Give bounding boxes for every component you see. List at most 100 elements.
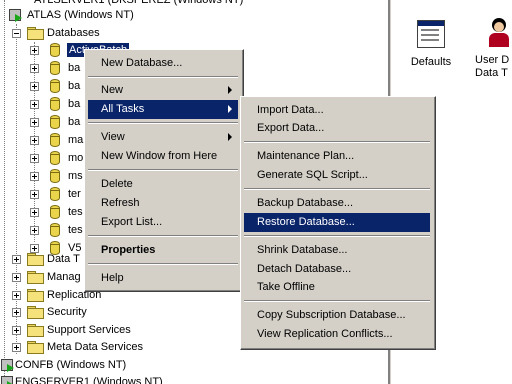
tree-node-label: ENGSERVER1 (Windows NT) [15,376,163,384]
tree-node-folder[interactable]: Data T [0,250,90,268]
tree-node-folder[interactable]: Support Services [0,321,200,339]
tree-node-database[interactable]: ba [0,95,90,113]
tree-node-folder[interactable]: Meta Data Services [0,338,200,356]
tree-node-database[interactable]: ba [0,59,90,77]
defaults-item[interactable]: Defaults [401,20,461,68]
server-icon [1,376,15,384]
database-icon [50,97,60,111]
tree-node-folder[interactable]: Manag [0,268,90,286]
menu-separator [88,263,238,265]
menu-item-view[interactable]: View [88,128,238,147]
tree-node-database[interactable]: ba [0,77,90,95]
expand-icon[interactable] [12,326,21,335]
menu-item-shrink-database[interactable]: Shrink Database... [244,241,430,260]
menu-separator [88,235,238,237]
tree-node-label: Meta Data Services [47,341,143,353]
tree-node-database[interactable]: ba [0,113,90,131]
expand-icon[interactable] [30,136,39,145]
expand-icon[interactable] [12,291,21,300]
all-tasks-submenu[interactable]: Import Data... Export Data... Maintenanc… [240,96,436,350]
tree-node-label: ba [68,80,81,92]
expand-icon[interactable] [30,100,39,109]
menu-item-label: Restore Database... [257,216,355,228]
tree-node-label: Support Services [47,324,131,336]
menu-item-label: View Replication Conflicts... [257,328,393,340]
tree-node-label: Security [47,306,87,318]
menu-item-label: All Tasks [101,103,145,115]
expand-icon[interactable] [30,190,39,199]
expand-icon[interactable] [30,208,39,217]
tree-node-databases[interactable]: Databases [0,24,200,42]
expand-icon[interactable] [12,273,21,282]
user-icon [487,18,511,48]
menu-item-label: New [101,84,124,96]
expand-icon[interactable] [30,82,39,91]
menu-item-label: Refresh [101,197,140,209]
menu-item-all-tasks[interactable]: All Tasks [88,100,238,119]
menu-item-label: Backup Database... [257,197,354,209]
menu-item-export-list[interactable]: Export List... [88,213,238,232]
context-menu[interactable]: New Database... New All Tasks View New W… [84,49,244,292]
database-icon [50,151,60,165]
database-icon [50,169,60,183]
menu-item-refresh[interactable]: Refresh [88,194,238,213]
menu-item-properties[interactable]: Properties [88,241,238,260]
menu-item-import-data[interactable]: Import Data... [244,101,430,120]
collapse-icon[interactable] [12,29,21,38]
database-icon [50,133,60,147]
submenu-arrow-icon [228,105,232,113]
tree-node-label: ba [68,98,81,110]
user-defined-item[interactable]: User D Data T [469,18,512,80]
tree-node-database[interactable]: tes [0,203,90,221]
expand-icon[interactable] [30,118,39,127]
expand-icon[interactable] [30,226,39,235]
menu-item-help[interactable]: Help [88,269,238,288]
menu-item-label: New Window from Here [101,150,218,162]
menu-item-label: Detach Database... [257,263,352,275]
menu-item-label: Export Data... [257,122,325,134]
menu-item-take-offline[interactable]: Take Offline [244,278,430,297]
menu-item-view-replication-conflicts[interactable]: View Replication Conflicts... [244,325,430,344]
tree-node-atlas[interactable]: ATLAS (Windows NT) [0,6,200,24]
user-defined-label: User D Data T [475,54,510,79]
defaults-label: Defaults [410,56,452,68]
menu-separator [244,300,430,302]
menu-item-label: Help [101,272,124,284]
menu-item-generate-sql-script[interactable]: Generate SQL Script... [244,166,430,185]
menu-item-restore-database[interactable]: Restore Database... [244,213,430,232]
expand-icon[interactable] [30,64,39,73]
menu-item-new-database[interactable]: New Database... [88,54,238,73]
menu-item-label: New Database... [101,57,183,69]
tree-node-folder[interactable]: Security [0,303,200,321]
folder-icon [27,324,44,337]
tree-node-database[interactable]: tes [0,221,90,239]
expand-icon[interactable] [12,343,21,352]
expand-icon[interactable] [12,308,21,317]
tree-node-label: Data T [47,253,80,265]
database-icon [50,79,60,93]
database-icon [50,223,60,237]
expand-icon[interactable] [12,255,21,264]
tree-node-database[interactable]: mo [0,149,90,167]
expand-icon[interactable] [30,46,39,55]
menu-item-new[interactable]: New [88,81,238,100]
expand-icon[interactable] [30,154,39,163]
folder-icon [27,306,44,319]
tree-node-confb[interactable]: CONFB (Windows NT) [0,356,200,374]
menu-item-detach-database[interactable]: Detach Database... [244,260,430,279]
tree-node-database[interactable]: ter [0,185,90,203]
tree-node-database[interactable]: ma [0,131,90,149]
tree-node-label: Manag [47,271,81,283]
tree-node-label: ba [68,62,81,74]
expand-icon[interactable] [30,172,39,181]
database-icon [50,61,60,75]
tree-node-engserver1[interactable]: ENGSERVER1 (Windows NT) [0,373,200,384]
menu-item-new-window[interactable]: New Window from Here [88,147,238,166]
menu-item-copy-subscription-database[interactable]: Copy Subscription Database... [244,306,430,325]
database-icon [50,205,60,219]
menu-item-backup-database[interactable]: Backup Database... [244,194,430,213]
tree-node-database[interactable]: ms [0,167,90,185]
menu-item-delete[interactable]: Delete [88,175,238,194]
menu-item-maintenance-plan[interactable]: Maintenance Plan... [244,147,430,166]
menu-item-export-data[interactable]: Export Data... [244,119,430,138]
